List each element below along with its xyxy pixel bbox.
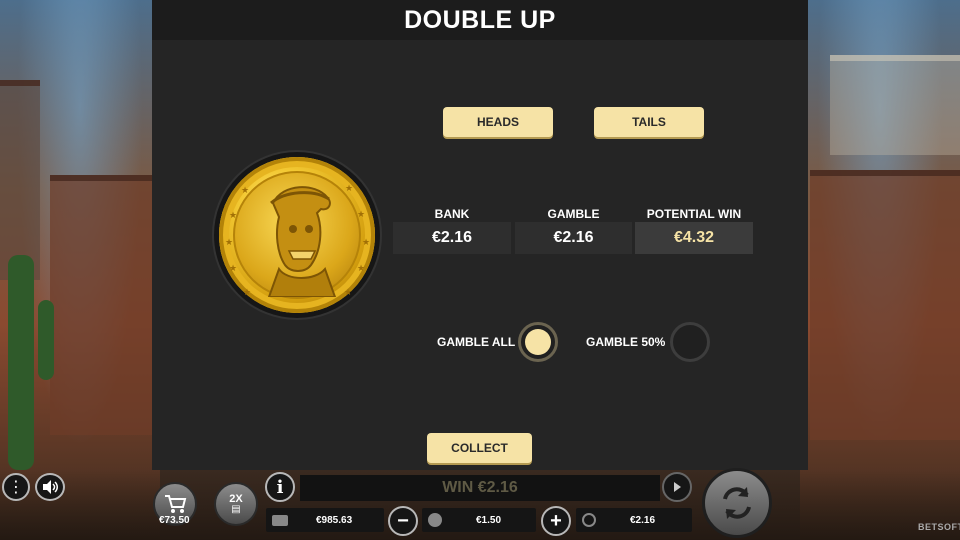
plus-icon: + bbox=[550, 509, 562, 532]
cart-icon bbox=[165, 495, 187, 513]
sound-button[interactable] bbox=[35, 473, 65, 501]
coin-face bbox=[233, 171, 361, 299]
minus-icon: − bbox=[397, 509, 409, 532]
last-win-bar: €2.16 bbox=[576, 508, 692, 532]
potential-win-value: €4.32 bbox=[635, 222, 753, 254]
stack-icon: ▤ bbox=[231, 504, 241, 515]
bet-value: €1.50 bbox=[476, 514, 502, 526]
wallet-icon bbox=[272, 514, 288, 526]
balance-bar: €985.63 bbox=[266, 508, 384, 532]
potential-win-label: POTENTIAL WIN bbox=[646, 207, 742, 221]
coin-star-icon: ★ bbox=[243, 287, 252, 297]
coin-star-icon: ★ bbox=[357, 209, 366, 219]
background-building bbox=[830, 55, 960, 155]
background-scene-left bbox=[0, 0, 160, 540]
background-building bbox=[50, 175, 160, 435]
increase-bet-button[interactable]: + bbox=[541, 506, 571, 536]
spin-button[interactable] bbox=[702, 468, 772, 538]
gamble-half-radio[interactable] bbox=[670, 322, 710, 362]
coin-star-icon: ★ bbox=[362, 237, 371, 247]
decrease-bet-button[interactable]: − bbox=[388, 506, 418, 536]
coin-star-icon: ★ bbox=[357, 263, 366, 273]
heads-button[interactable]: HEADS bbox=[443, 107, 553, 137]
radio-selected-dot bbox=[525, 329, 551, 355]
last-win-value: €2.16 bbox=[630, 514, 656, 526]
coin-star-icon: ★ bbox=[344, 287, 353, 297]
collect-button[interactable]: COLLECT bbox=[427, 433, 532, 463]
page-title: DOUBLE UP bbox=[152, 0, 808, 40]
balance-value: €985.63 bbox=[316, 514, 353, 526]
more-vertical-icon: ⋮ bbox=[8, 479, 24, 496]
cowboy-portrait-icon bbox=[267, 186, 337, 298]
gamble-label: GAMBLE bbox=[547, 207, 600, 221]
bank-label: BANK bbox=[434, 207, 470, 221]
autoplay-button[interactable] bbox=[662, 472, 692, 502]
coin-star-icon: ★ bbox=[225, 237, 234, 247]
cactus bbox=[8, 255, 34, 470]
gamble-half-label: GAMBLE 50% bbox=[586, 335, 666, 349]
info-button[interactable]: i bbox=[265, 472, 295, 502]
chips-icon bbox=[428, 513, 442, 527]
coin-star-icon: ★ bbox=[345, 183, 354, 193]
background-building bbox=[810, 170, 960, 440]
spin-arrows-icon bbox=[723, 487, 751, 519]
autoplay-icon bbox=[674, 482, 681, 492]
win-display: WIN €2.16 bbox=[300, 475, 660, 501]
speaker-icon bbox=[43, 480, 58, 494]
gamble-all-label: GAMBLE ALL bbox=[437, 335, 516, 349]
award-icon bbox=[582, 513, 596, 527]
brand-logo: BETSOFT bbox=[918, 522, 960, 532]
menu-button[interactable]: ⋮ bbox=[2, 473, 30, 501]
bank-value: €2.16 bbox=[393, 222, 511, 254]
info-icon: i bbox=[276, 476, 284, 498]
bet-bar: €1.50 bbox=[422, 508, 536, 532]
background-building bbox=[0, 80, 40, 280]
coin-star-icon: ★ bbox=[229, 210, 238, 220]
cactus bbox=[38, 300, 54, 380]
background-scene-right bbox=[800, 0, 960, 540]
multiplier-button[interactable]: 2X ▤ bbox=[214, 482, 258, 526]
coin-star-icon: ★ bbox=[229, 263, 238, 273]
buy-feature-value: €73.50 bbox=[159, 515, 190, 526]
gamble-all-radio[interactable] bbox=[518, 322, 558, 362]
gamble-value: €2.16 bbox=[515, 222, 632, 254]
coin-star-icon: ★ bbox=[241, 185, 250, 195]
tails-button[interactable]: TAILS bbox=[594, 107, 704, 137]
